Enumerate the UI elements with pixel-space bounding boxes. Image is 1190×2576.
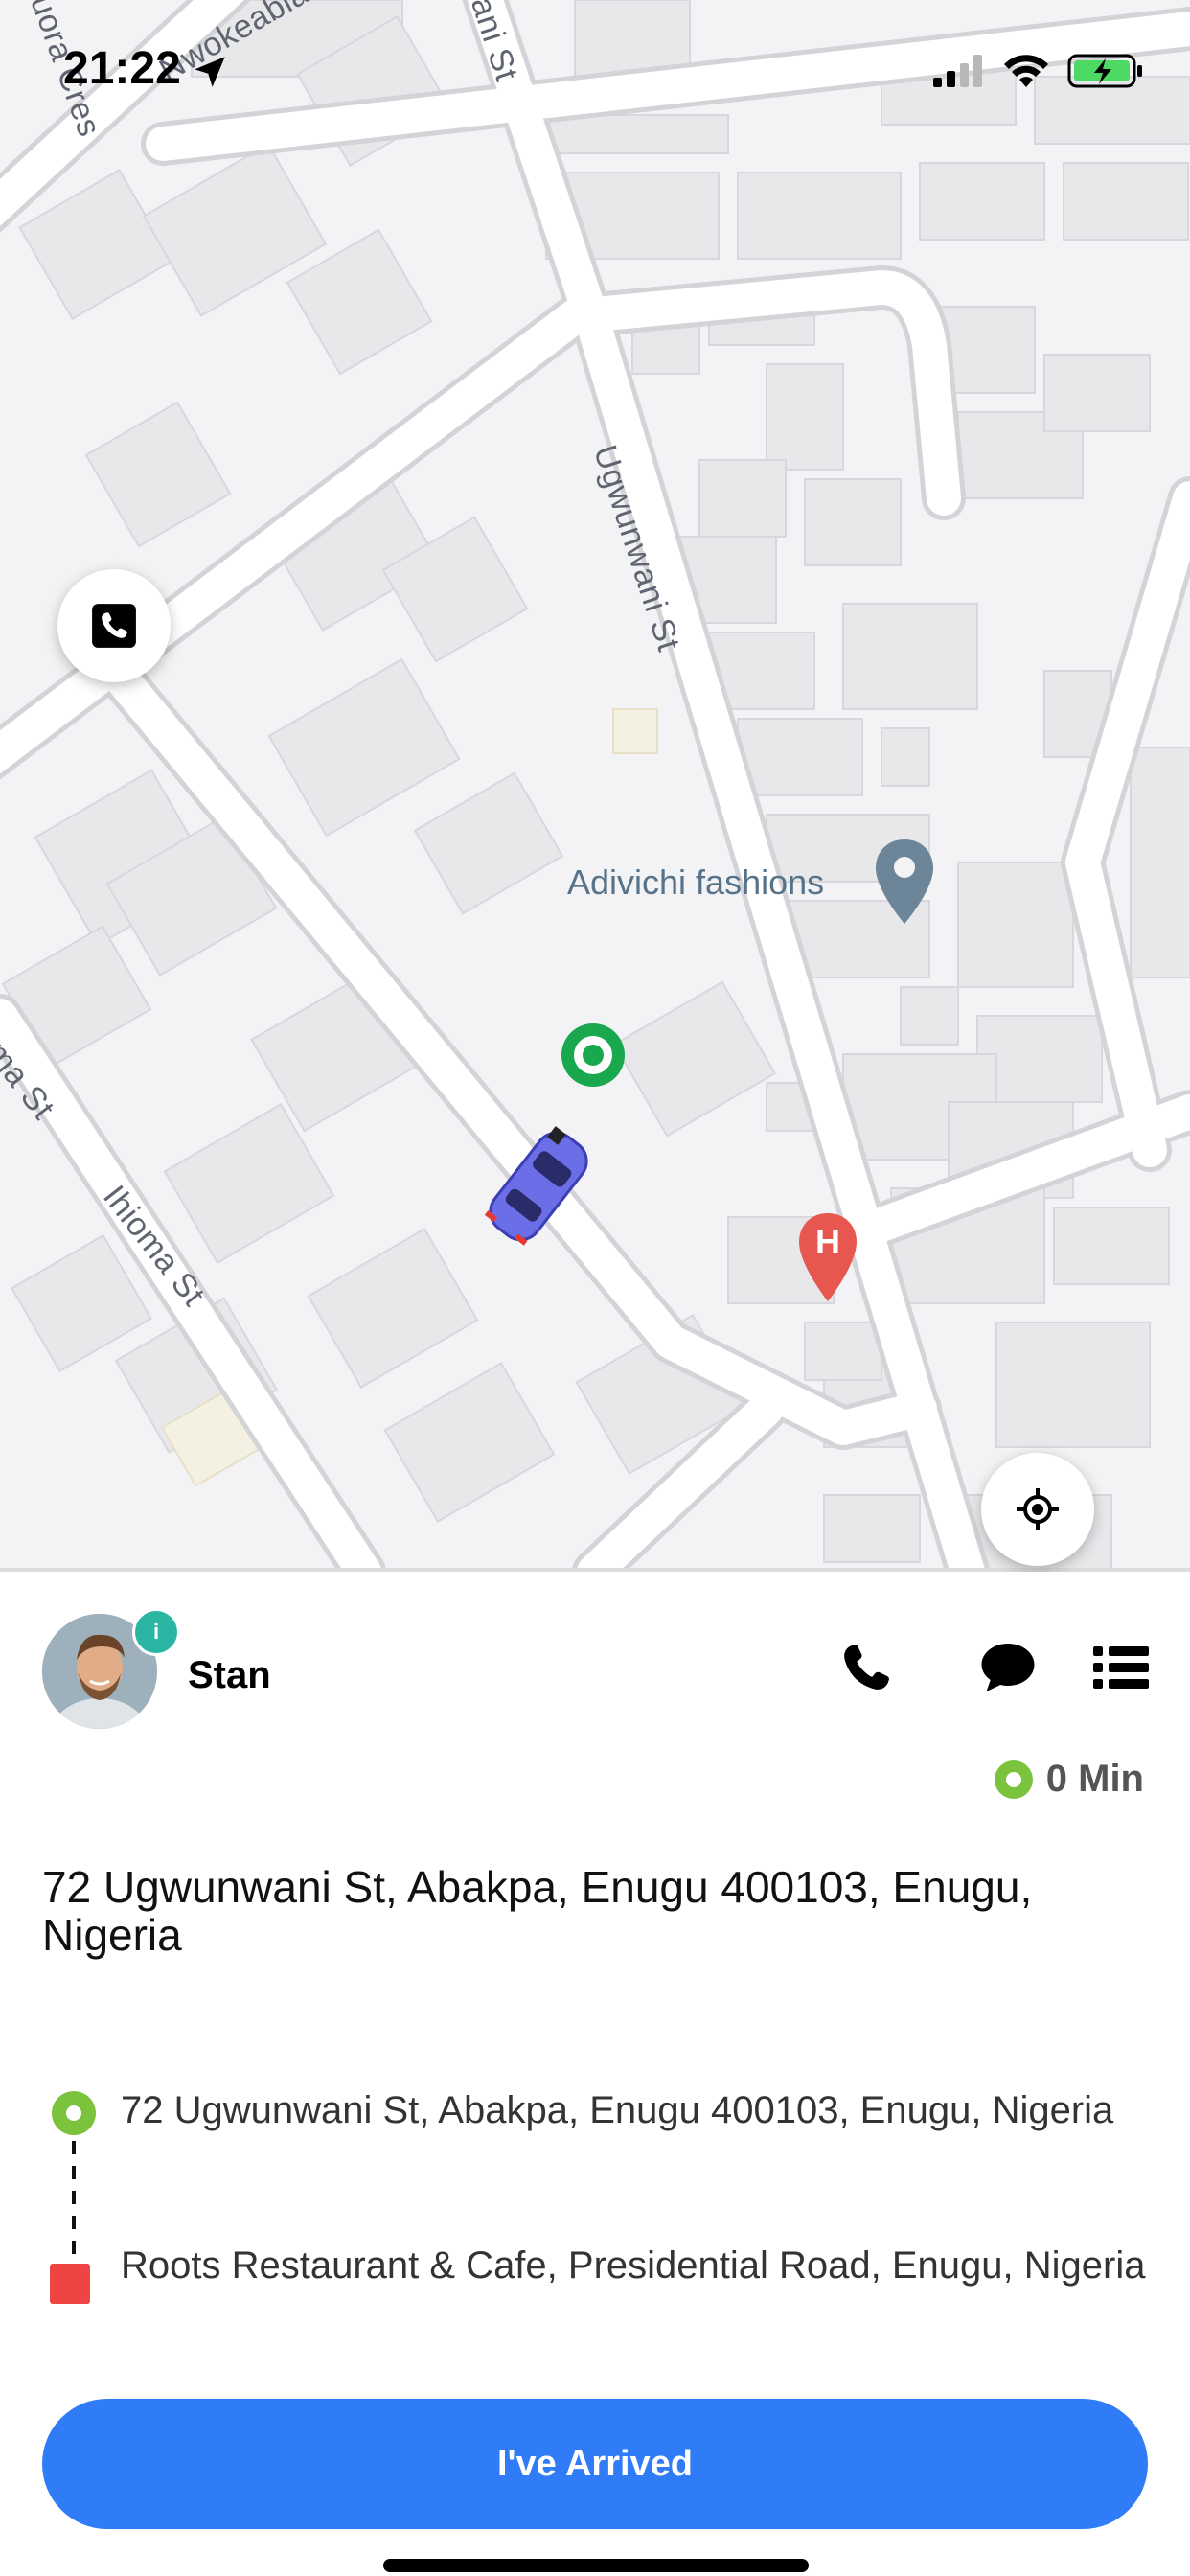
map-pin-icon[interactable] xyxy=(874,838,935,926)
eta-text: 0 Min xyxy=(1045,1758,1144,1800)
eta-indicator: 0 Min xyxy=(994,1758,1144,1801)
route-to-address: Roots Restaurant & Cafe, Presidential Ro… xyxy=(121,2244,1146,2287)
recenter-button[interactable] xyxy=(981,1453,1094,1566)
poi-label-adivichi: Adivichi fashions xyxy=(567,862,825,902)
phone-square-icon xyxy=(92,604,136,648)
battery-charging-icon xyxy=(1067,54,1142,88)
list-icon xyxy=(1093,1646,1149,1689)
route-from-address: 72 Ugwunwani St, Abakpa, Enugu 400103, E… xyxy=(121,2089,1114,2131)
map-canvas xyxy=(0,0,1190,1572)
route-start-icon xyxy=(52,2091,96,2135)
driver-name: Stan xyxy=(188,1654,271,1696)
eta-dot-icon xyxy=(994,1760,1033,1799)
home-indicator xyxy=(383,2559,809,2572)
chat-bubble-icon xyxy=(981,1644,1035,1691)
hospital-marker-icon[interactable]: H xyxy=(797,1211,858,1303)
wifi-icon xyxy=(1004,55,1048,87)
svg-text:H: H xyxy=(815,1222,840,1261)
car-icon xyxy=(484,1131,588,1246)
trip-details-button[interactable] xyxy=(1087,1633,1156,1702)
signal-icon xyxy=(933,55,982,87)
trip-sheet: i Stan 0 Min 72 Ugwunwani St, Abakpa, En… xyxy=(0,1572,1190,2576)
arrived-button[interactable]: I've Arrived xyxy=(42,2399,1148,2529)
driver-info-badge[interactable]: i xyxy=(132,1608,180,1656)
map-view[interactable]: Nwokeabia Cro uora Cres ani St Ugwunwani… xyxy=(0,0,1190,1572)
message-driver-button[interactable] xyxy=(973,1633,1042,1702)
pickup-address: 72 Ugwunwani St, Abakpa, Enugu 400103, E… xyxy=(42,1862,1033,1960)
crosshair-icon xyxy=(1017,1488,1059,1530)
call-driver-button[interactable] xyxy=(832,1633,901,1702)
map-call-button[interactable] xyxy=(57,569,171,682)
location-arrow-icon xyxy=(195,57,225,87)
phone-icon xyxy=(844,1644,889,1690)
route-end-icon xyxy=(50,2264,90,2304)
status-icons xyxy=(933,52,1144,90)
route-connector xyxy=(72,2141,76,2254)
pickup-marker-icon xyxy=(561,1024,625,1087)
status-time: 21:22 xyxy=(63,43,181,94)
